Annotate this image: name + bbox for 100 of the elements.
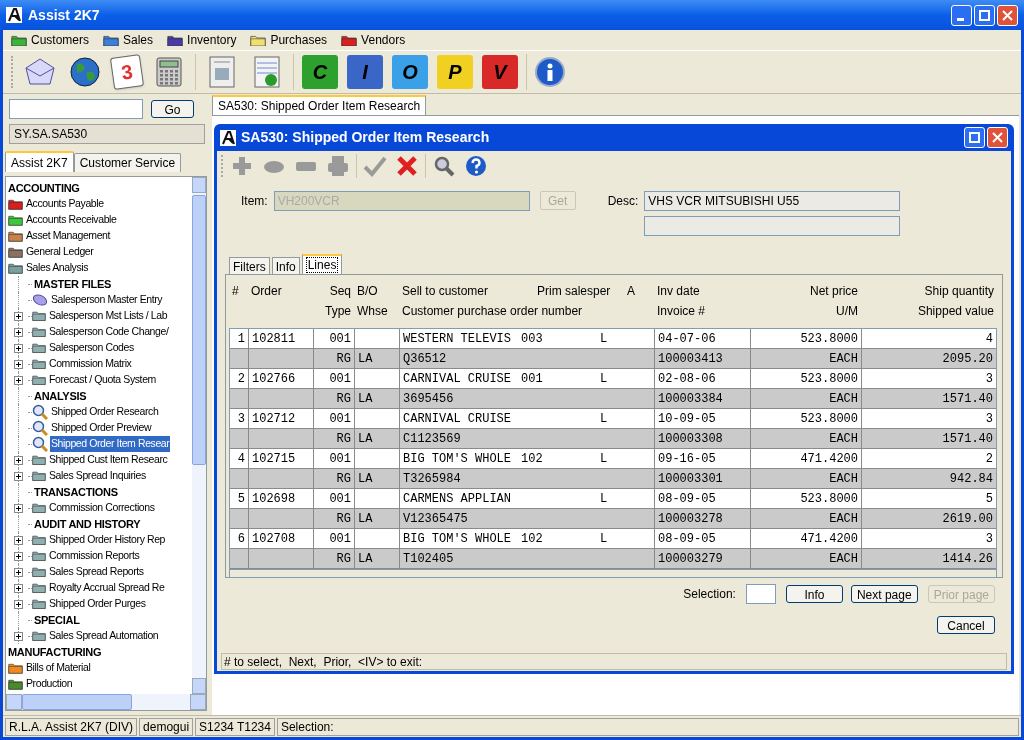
horizontal-scrollbar[interactable] [6,694,206,710]
maximize-button[interactable] [964,127,985,148]
tree-item[interactable]: Sales Spread Automation [48,628,160,644]
tree-item[interactable]: Shipped Order Item Resear [50,436,171,452]
selection-field[interactable] [745,584,776,604]
tree-item[interactable]: Sales Analysis [25,260,90,276]
table-cell-text: L [600,370,608,388]
tab[interactable]: Assist 2K7 [5,151,74,172]
expand-toggle[interactable] [14,535,23,545]
search-icon[interactable] [432,154,456,178]
expand-toggle[interactable] [14,343,23,353]
info-icon[interactable] [535,57,565,87]
table-cell: 523.8000 [751,329,862,348]
status-bar-field: S1234 T1234 [195,717,275,736]
action-button[interactable]: Next page [850,585,918,603]
menu-item[interactable]: Vendors [341,31,406,49]
table-row[interactable]: RG LA V12365475 100003278 EACH 2619.00 [230,509,996,529]
expand-toggle[interactable] [14,599,23,609]
lettered-folder-icon[interactable]: V [482,55,518,89]
document-tab[interactable]: SA530: Shipped Order Item Research [212,95,427,115]
tree-item[interactable]: Sales Spread Reports [48,564,145,580]
calendar-icon[interactable]: 3 [109,54,145,90]
expand-toggle[interactable] [14,503,23,513]
expand-toggle[interactable] [14,327,23,337]
menu-item[interactable]: Inventory [167,31,237,49]
tab[interactable]: Filters [229,257,270,274]
close-button[interactable] [987,127,1008,148]
tree-item[interactable]: Shipped Order Research [50,404,160,420]
close-button[interactable] [997,4,1018,26]
table-cell: EACH [751,429,862,448]
go-button[interactable]: Go [151,100,194,118]
tree-item[interactable]: Commission Corrections [48,500,156,516]
tree-item[interactable]: Asset Management [25,228,112,244]
tree-item[interactable]: Shipped Order Purges [48,596,147,612]
tree-item[interactable]: Salesperson Master Entry [50,292,164,308]
tab[interactable]: Lines [301,254,343,274]
menu-item[interactable]: Customers [11,31,89,49]
table-cell: 523.8000 [751,409,862,428]
action-button[interactable]: Info [785,585,843,603]
close-icon[interactable] [395,154,419,178]
expand-toggle[interactable] [14,359,23,369]
table-row[interactable]: RG LA Q36512 100003413 EACH 2095.20 [230,349,996,369]
menu-item[interactable]: Purchases [250,31,328,49]
tree-item[interactable]: Salesperson Mst Lists / Lab [48,308,169,324]
tree-item[interactable]: Production [25,676,74,692]
lettered-folder-icon[interactable]: O [392,55,428,89]
tree-item[interactable]: Salesperson Codes [48,340,135,356]
table-row[interactable]: 6 102708 001 BIG TOM'S WHOLE 102 L 08-09-05 471.4200 3 [230,529,996,549]
table-cell-text: BIG TOM'S WHOLE [403,530,513,548]
table-cell: 6 [230,529,249,548]
expand-toggle[interactable] [14,551,23,561]
globe-icon[interactable] [67,54,103,90]
menu-item[interactable]: Sales [103,31,154,49]
tree-item[interactable]: Commission Reports [48,548,141,564]
lettered-folder-icon[interactable]: P [437,55,473,89]
table-row[interactable]: 4 102715 001 BIG TOM'S WHOLE 102 L 09-16-05 471.4200 2 [230,449,996,469]
table-cell: LA [355,549,400,568]
expand-toggle[interactable] [14,583,23,593]
search-field[interactable] [9,99,143,119]
tree-item[interactable]: Accounts Receivable [25,212,118,228]
folder-icon [32,454,46,466]
table-row[interactable]: 2 102766 001 CARNIVAL CRUISE 001 L 02-08-06 523.8000 3 [230,369,996,389]
help-icon[interactable] [464,154,488,178]
tree-item[interactable]: Shipped Cust Item Researc [48,452,169,468]
expand-toggle[interactable] [14,375,23,385]
tree-item[interactable]: Sales Spread Inquiries [48,468,147,484]
table-row[interactable]: RG LA T102405 100003279 EACH 1414.26 [230,549,996,569]
tree-item[interactable]: Salesperson Code Change/ [48,324,170,340]
tree-item[interactable]: Shipped Order Preview [50,420,153,436]
maximize-button[interactable] [974,4,995,26]
expand-toggle[interactable] [14,311,23,321]
table-cell: C1123569 [400,429,655,448]
tab[interactable]: Customer Service [73,153,182,172]
tree-item[interactable]: Royalty Accrual Spread Re [48,580,166,596]
expand-toggle[interactable] [14,631,23,641]
minimize-button[interactable] [951,4,972,26]
table-row[interactable]: RG LA C1123569 100003308 EACH 1571.40 [230,429,996,449]
tree-item[interactable]: Accounts Payable [25,196,105,212]
expand-toggle[interactable] [14,471,23,481]
dialog-title: SA530: Shipped Order Item Research [241,128,490,147]
table-row[interactable]: 5 102698 001 CARMENS APPLIAN L 08-09-05 523.8000 5 [230,489,996,509]
table-row[interactable]: RG LA 3695456 100003384 EACH 1571.40 [230,389,996,409]
tree-item[interactable]: Commission Matrix [48,356,133,372]
tree-item[interactable]: Forecast / Quota System [48,372,157,388]
lettered-folder-icon[interactable]: C [302,55,338,89]
expand-toggle[interactable] [14,567,23,577]
tree-item[interactable]: Shipped Order History Rep [48,532,167,548]
vertical-scrollbar[interactable] [192,177,206,694]
lettered-folder-icon[interactable]: I [347,55,383,89]
tree-item[interactable]: Bills of Material [25,660,92,676]
column-header: Inv date [657,284,700,298]
tab[interactable]: Info [271,257,300,274]
app-logo-icon [6,7,22,23]
table-row[interactable]: 1 102811 001 WESTERN TELEVIS 003 L 04-07-06 523.8000 4 [230,329,996,349]
cancel-button[interactable]: Cancel [937,616,995,634]
expand-toggle[interactable] [14,455,23,465]
tree-item[interactable]: General Ledger [25,244,95,260]
table-row[interactable]: RG LA T3265984 100003301 EACH 942.84 [230,469,996,489]
tree-section-label: TRANSACTIONS [34,484,118,500]
table-row[interactable]: 3 102712 001 CARNIVAL CRUISE L 10-09-05 523.8000 3 [230,409,996,429]
